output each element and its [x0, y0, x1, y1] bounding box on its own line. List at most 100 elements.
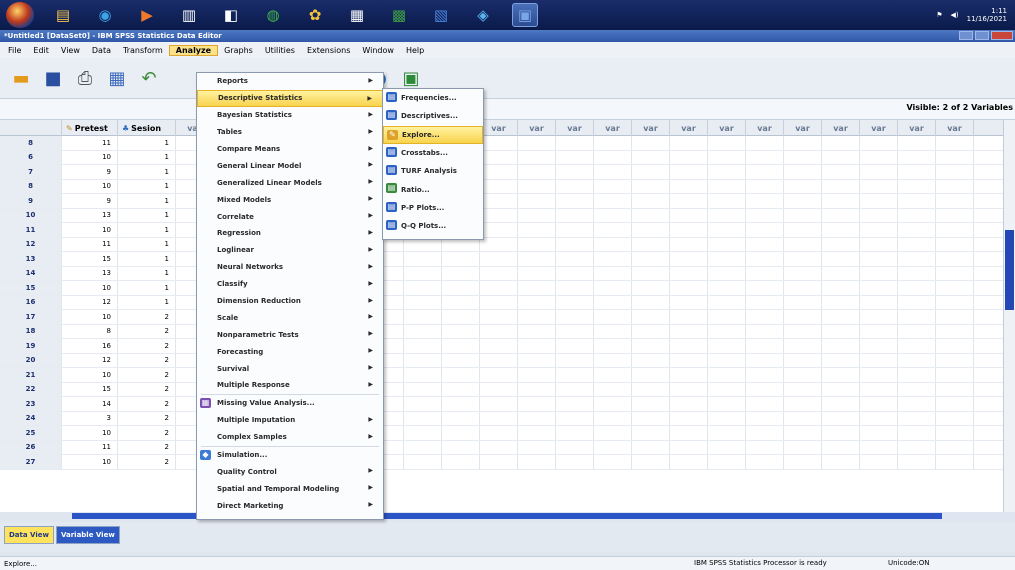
empty-cell[interactable] [784, 237, 822, 251]
empty-cell[interactable] [670, 194, 708, 208]
empty-cell[interactable] [822, 339, 860, 353]
empty-cell[interactable] [594, 295, 632, 309]
cell-sesion[interactable]: 1 [118, 281, 176, 295]
empty-cell[interactable] [708, 150, 746, 164]
cell-pretest[interactable]: 10 [62, 426, 118, 440]
analyze-item-dimension-reduction[interactable]: Dimension Reduction ▶ [197, 293, 383, 310]
empty-cell[interactable] [632, 411, 670, 425]
empty-cell[interactable] [822, 324, 860, 338]
row-number[interactable]: 9 [0, 194, 62, 208]
row-number[interactable]: 24 [0, 411, 62, 425]
taskbar-media-button[interactable]: ▶ [134, 3, 160, 27]
empty-cell[interactable] [936, 208, 974, 222]
empty-cell[interactable] [670, 150, 708, 164]
empty-cell[interactable] [480, 411, 518, 425]
empty-cell[interactable] [936, 150, 974, 164]
row-number[interactable]: 16 [0, 295, 62, 309]
empty-cell[interactable] [518, 397, 556, 411]
empty-cell[interactable] [518, 324, 556, 338]
empty-cell[interactable] [784, 324, 822, 338]
empty-cell[interactable] [518, 165, 556, 179]
empty-cell[interactable] [670, 266, 708, 280]
cell-pretest[interactable]: 9 [62, 194, 118, 208]
taskbar-network-button[interactable]: ◈ [470, 3, 496, 27]
empty-cell[interactable] [708, 194, 746, 208]
empty-cell[interactable] [746, 411, 784, 425]
empty-cell[interactable] [480, 295, 518, 309]
cell-pretest[interactable]: 10 [62, 223, 118, 237]
cell-sesion[interactable]: 2 [118, 440, 176, 454]
empty-cell[interactable] [746, 223, 784, 237]
empty-cell[interactable] [480, 179, 518, 193]
column-header-var[interactable]: var [632, 120, 670, 136]
cell-pretest[interactable]: 10 [62, 150, 118, 164]
empty-cell[interactable] [556, 150, 594, 164]
empty-cell[interactable] [860, 353, 898, 367]
row-number[interactable]: 6 [0, 150, 62, 164]
empty-cell[interactable] [518, 266, 556, 280]
empty-cell[interactable] [670, 339, 708, 353]
empty-cell[interactable] [936, 223, 974, 237]
cell-pretest[interactable]: 10 [62, 310, 118, 324]
empty-cell[interactable] [480, 455, 518, 469]
empty-cell[interactable] [518, 455, 556, 469]
empty-cell[interactable] [556, 237, 594, 251]
empty-cell[interactable] [518, 136, 556, 150]
analyze-item-generalized-linear-models[interactable]: Generalized Linear Models ▶ [197, 174, 383, 191]
empty-cell[interactable] [784, 208, 822, 222]
empty-cell[interactable] [708, 208, 746, 222]
empty-cell[interactable] [670, 223, 708, 237]
empty-cell[interactable] [594, 339, 632, 353]
empty-cell[interactable] [746, 426, 784, 440]
empty-cell[interactable] [518, 339, 556, 353]
menu-transform[interactable]: Transform [117, 46, 169, 55]
empty-cell[interactable] [404, 252, 442, 266]
empty-cell[interactable] [784, 252, 822, 266]
empty-cell[interactable] [594, 252, 632, 266]
empty-cell[interactable] [822, 411, 860, 425]
empty-cell[interactable] [746, 455, 784, 469]
empty-cell[interactable] [632, 339, 670, 353]
empty-cell[interactable] [480, 426, 518, 440]
cell-sesion[interactable]: 2 [118, 339, 176, 353]
empty-cell[interactable] [746, 339, 784, 353]
empty-cell[interactable] [594, 368, 632, 382]
empty-cell[interactable] [860, 208, 898, 222]
analyze-item-forecasting[interactable]: Forecasting ▶ [197, 343, 383, 360]
empty-cell[interactable] [708, 339, 746, 353]
empty-cell[interactable] [594, 411, 632, 425]
analyze-item-nonparametric-tests[interactable]: Nonparametric Tests ▶ [197, 326, 383, 343]
menu-help[interactable]: Help [400, 46, 430, 55]
cell-sesion[interactable]: 1 [118, 295, 176, 309]
empty-cell[interactable] [784, 353, 822, 367]
empty-cell[interactable] [708, 237, 746, 251]
empty-cell[interactable] [784, 266, 822, 280]
cell-sesion[interactable]: 2 [118, 382, 176, 396]
empty-cell[interactable] [708, 353, 746, 367]
empty-cell[interactable] [670, 426, 708, 440]
cell-pretest[interactable]: 12 [62, 353, 118, 367]
empty-cell[interactable] [404, 339, 442, 353]
menu-window[interactable]: Window [356, 46, 400, 55]
empty-cell[interactable] [860, 455, 898, 469]
empty-cell[interactable] [480, 208, 518, 222]
column-header-var[interactable]: var [480, 120, 518, 136]
empty-cell[interactable] [936, 179, 974, 193]
empty-cell[interactable] [670, 237, 708, 251]
empty-cell[interactable] [898, 426, 936, 440]
empty-cell[interactable] [898, 266, 936, 280]
empty-cell[interactable] [556, 266, 594, 280]
empty-cell[interactable] [822, 266, 860, 280]
empty-cell[interactable] [784, 368, 822, 382]
empty-cell[interactable] [746, 179, 784, 193]
empty-cell[interactable] [404, 266, 442, 280]
analyze-item-classify[interactable]: Classify ▶ [197, 276, 383, 293]
empty-cell[interactable] [632, 324, 670, 338]
empty-cell[interactable] [860, 426, 898, 440]
analyze-item-quality-control[interactable]: Quality Control ▶ [197, 463, 383, 480]
analyze-item-bayesian-statistics[interactable]: Bayesian Statistics ▶ [197, 107, 383, 124]
empty-cell[interactable] [784, 426, 822, 440]
empty-cell[interactable] [936, 165, 974, 179]
cell-sesion[interactable]: 1 [118, 266, 176, 280]
empty-cell[interactable] [518, 295, 556, 309]
